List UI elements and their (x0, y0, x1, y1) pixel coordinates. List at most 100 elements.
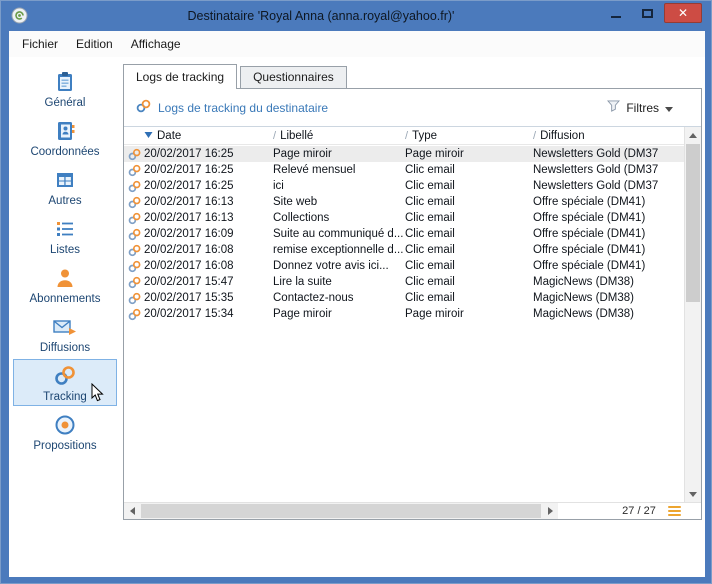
cell-libelle: remise exceptionnelle d... (273, 244, 404, 256)
minimize-button[interactable] (602, 3, 630, 23)
sidebar-item-coordonnees[interactable]: Coordonnées (13, 114, 117, 161)
cell-date: 20/02/2017 16:08 (144, 244, 234, 256)
cell-diffusion: Newsletters Gold (DM37 (533, 148, 659, 160)
menu-item-fichier[interactable]: Fichier (13, 32, 67, 56)
table-row[interactable]: 20/02/2017 16:08 Donnez votre avis ici...… (124, 258, 684, 274)
cell-libelle: ici (273, 180, 284, 192)
vertical-scroll-thumb[interactable] (686, 144, 700, 302)
link-row-icon (124, 228, 144, 241)
cell-libelle: Site web (273, 196, 318, 208)
column-header-label: Libellé (280, 129, 314, 142)
sidebar-item-propositions[interactable]: Propositions (13, 408, 117, 455)
cell-date: 20/02/2017 16:13 (144, 196, 234, 208)
sidebar-item-label: Tracking (43, 390, 87, 403)
table-row[interactable]: 20/02/2017 16:08 remise exceptionnelle d.… (124, 242, 684, 258)
link-row-icon (124, 260, 144, 273)
sidebar-item-label: Propositions (33, 439, 97, 452)
cell-date: 20/02/2017 16:25 (144, 164, 234, 176)
arrow-down-icon (689, 491, 697, 497)
list-icon (52, 216, 78, 242)
cell-libelle: Page miroir (273, 148, 332, 160)
scroll-left-button[interactable] (124, 503, 140, 519)
tab-questionnaires[interactable]: Questionnaires (240, 66, 347, 88)
minimize-icon (611, 15, 621, 18)
close-button[interactable]: ✕ (664, 3, 702, 23)
cell-type: Clic email (405, 164, 455, 176)
tracking-logs-heading-label: Logs de tracking du destinataire (158, 100, 329, 115)
sidebar-item-label: Abonnements (29, 292, 101, 305)
clipboard-icon (52, 69, 78, 95)
link-row-icon (124, 148, 144, 161)
filter-icon (607, 100, 621, 115)
menu-item-affichage[interactable]: Affichage (122, 32, 190, 56)
title-bar[interactable]: Destinataire 'Royal Anna (anna.royal@yah… (1, 1, 711, 31)
cell-type: Page miroir (405, 148, 464, 160)
cell-libelle: Relevé mensuel (273, 164, 356, 176)
table-row[interactable]: 20/02/2017 16:13 Collections Clic email Off… (124, 210, 684, 226)
horizontal-scroll-thumb[interactable] (141, 504, 541, 518)
tab-logs-de-tracking[interactable]: Logs de tracking (123, 64, 238, 89)
link-row-icon (124, 180, 144, 193)
cell-type: Clic email (405, 180, 455, 192)
arrow-right-icon (547, 507, 553, 515)
table-row[interactable]: 20/02/2017 16:25 Page miroir Page miroir Ne… (124, 146, 684, 162)
table-header: Date / Libellé / Type / Diffusion (124, 127, 684, 145)
cell-date: 20/02/2017 15:34 (144, 308, 234, 320)
cell-type: Clic email (405, 260, 455, 272)
grip-menu-icon[interactable] (668, 506, 681, 516)
cell-type: Page miroir (405, 308, 464, 320)
maximize-button[interactable] (633, 3, 661, 23)
column-header-diffusion[interactable]: / Diffusion (533, 130, 684, 142)
table-row[interactable]: 20/02/2017 16:25 ici Clic email Newsletters… (124, 178, 684, 194)
menu-item-edition[interactable]: Edition (67, 32, 122, 56)
slash-icon: / (273, 129, 277, 142)
cell-type: Clic email (405, 276, 455, 288)
mouse-cursor (91, 382, 105, 408)
link-icon (52, 363, 78, 389)
table-row[interactable]: 20/02/2017 16:13 Site web Clic email Offre … (124, 194, 684, 210)
cell-date: 20/02/2017 16:09 (144, 228, 234, 240)
link-row-icon (124, 164, 144, 177)
app-window: Destinataire 'Royal Anna (anna.royal@yah… (0, 0, 712, 584)
column-header-type[interactable]: / Type (405, 130, 533, 142)
arrow-up-icon (689, 132, 697, 138)
horizontal-scrollbar[interactable] (124, 503, 558, 519)
cell-diffusion: MagicNews (DM38) (533, 276, 634, 288)
table-row[interactable]: 20/02/2017 16:25 Relevé mensuel Clic email… (124, 162, 684, 178)
column-header-libelle[interactable]: / Libellé (273, 130, 405, 142)
filters-button[interactable]: Filtres (603, 97, 677, 118)
sidebar-item-autres[interactable]: Autres (13, 163, 117, 210)
scroll-down-button[interactable] (685, 486, 701, 502)
arrow-left-icon (129, 507, 135, 515)
cell-libelle: Page miroir (273, 308, 332, 320)
table-row[interactable]: 20/02/2017 16:09 Suite au communiqué d..… (124, 226, 684, 242)
table-row[interactable]: 20/02/2017 15:35 Contactez-nous Clic email… (124, 290, 684, 306)
table-row[interactable]: 20/02/2017 15:47 Lire la suite Clic email M… (124, 274, 684, 290)
cell-diffusion: Offre spéciale (DM41) (533, 260, 646, 272)
column-header-label: Date (157, 129, 182, 142)
cell-date: 20/02/2017 15:47 (144, 276, 234, 288)
column-header-date[interactable]: Date (144, 130, 273, 142)
cell-date: 20/02/2017 16:13 (144, 212, 234, 224)
menu-bar: Fichier Edition Affichage (9, 31, 705, 57)
close-icon: ✕ (677, 6, 689, 20)
table-row[interactable]: 20/02/2017 15:34 Page miroir Page miroir Ma… (124, 306, 684, 322)
sidebar-item-label: Général (44, 96, 86, 109)
scroll-right-button[interactable] (542, 503, 558, 519)
cell-date: 20/02/2017 16:25 (144, 148, 234, 160)
sidebar-item-abonnements[interactable]: Abonnements (13, 261, 117, 308)
cell-date: 20/02/2017 16:08 (144, 260, 234, 272)
cell-type: Clic email (405, 244, 455, 256)
sidebar-item-listes[interactable]: Listes (13, 212, 117, 259)
window-body: Fichier Edition Affichage Général Coordonné… (9, 31, 705, 577)
person-icon (52, 265, 78, 291)
cell-libelle: Collections (273, 212, 330, 224)
cell-type: Clic email (405, 292, 455, 304)
sidebar-item-diffusions[interactable]: Diffusions (13, 310, 117, 357)
scroll-up-button[interactable] (685, 127, 701, 143)
row-counter: 27 / 27 (622, 505, 656, 517)
slash-icon: / (405, 129, 409, 142)
vertical-scrollbar[interactable] (684, 127, 701, 502)
sidebar-item-general[interactable]: Général (13, 65, 117, 112)
link-row-icon (124, 212, 144, 225)
